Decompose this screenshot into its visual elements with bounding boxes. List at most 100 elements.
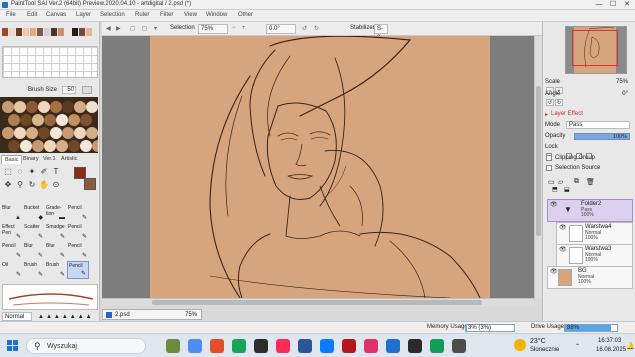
eye-icon[interactable]: 👁: [559, 247, 567, 253]
menu-canvas[interactable]: Canvas: [46, 12, 66, 18]
layer-item[interactable]: 👁 BG Normal 100%: [547, 266, 633, 289]
start-button[interactable]: [7, 340, 19, 352]
rotate-icon[interactable]: ↻: [26, 179, 38, 190]
swatch-grid[interactable]: [2, 46, 98, 78]
menu-view[interactable]: View: [184, 12, 197, 18]
clipping-checkbox[interactable]: [546, 155, 552, 161]
brush-size-input[interactable]: 50: [62, 86, 76, 94]
tab-binary[interactable]: Binary: [20, 155, 42, 164]
rotation-field[interactable]: 0.0°: [266, 24, 296, 34]
eyedropper-small-icon[interactable]: ⊙: [50, 179, 62, 190]
clock-date[interactable]: 16.08.2025: [596, 347, 626, 353]
taskbar-app-icon[interactable]: [188, 339, 202, 353]
color-swatch[interactable]: [37, 28, 43, 36]
redo-icon[interactable]: ▶: [116, 25, 121, 32]
brush-tool-oil[interactable]: Oil ✎: [1, 261, 23, 279]
navigator-viewport[interactable]: [572, 30, 618, 66]
select-rect-icon[interactable]: ⬚: [2, 166, 14, 177]
eye-icon[interactable]: 👁: [559, 225, 567, 231]
clipping-row[interactable]: Clipping Group: [544, 154, 633, 163]
taskbar-app-icon[interactable]: [386, 339, 400, 353]
palette-color[interactable]: [38, 101, 50, 113]
blend-mode-select[interactable]: Normal: [2, 312, 32, 321]
brush-tool-brush[interactable]: Brush ✎: [45, 261, 67, 279]
new-folder-icon[interactable]: ▱: [558, 178, 563, 186]
brush-tool-scatter[interactable]: Scatter ✎: [23, 223, 45, 241]
brush-tool-pencil[interactable]: Pencil ✎: [67, 223, 89, 241]
tray-chevron-icon[interactable]: ⌃: [575, 343, 580, 350]
color-swatch[interactable]: [9, 28, 15, 36]
brush-tool-smudge[interactable]: Smudge ✎: [45, 223, 67, 241]
palette-color[interactable]: [8, 114, 20, 126]
brush-tool-pencil[interactable]: Pencil ✎: [67, 242, 89, 260]
color-palette[interactable]: [0, 97, 98, 153]
eye-icon[interactable]: 👁: [550, 269, 558, 275]
clear-layer-icon[interactable]: ⬓: [564, 186, 570, 193]
zoom-icon[interactable]: ⚲: [14, 179, 26, 190]
selection-source-checkbox[interactable]: [546, 165, 552, 171]
palette-color[interactable]: [14, 127, 26, 139]
palette-color[interactable]: [56, 114, 68, 126]
delete-layer-icon[interactable]: 🗑: [586, 178, 595, 186]
menu-edit[interactable]: Edit: [27, 12, 37, 18]
selection-source-row[interactable]: Selection Source: [544, 164, 633, 173]
taskbar-app-icon[interactable]: [166, 339, 180, 353]
copy-layer-icon[interactable]: ⧉: [574, 178, 579, 186]
stabilizer-select[interactable]: S-2: [374, 24, 388, 41]
palette-color[interactable]: [62, 127, 74, 139]
menu-file[interactable]: File: [6, 12, 16, 18]
palette-color[interactable]: [2, 101, 14, 113]
brush-tool-pencil[interactable]: Pencil ✎: [67, 261, 89, 279]
drawing-canvas[interactable]: [150, 36, 490, 298]
document-tab[interactable]: 2.psd 75%: [102, 309, 202, 320]
palette-color[interactable]: [2, 127, 14, 139]
taskbar-app-icon[interactable]: [276, 339, 290, 353]
zoom-in-icon[interactable]: +: [242, 25, 246, 31]
minimize-button[interactable]: —: [592, 0, 606, 10]
undo-icon[interactable]: ◀: [106, 25, 111, 32]
hand-icon[interactable]: ✋: [38, 179, 50, 190]
brush-tool-gradetion[interactable]: Grade- tion ▬: [45, 204, 67, 222]
palette-color[interactable]: [20, 114, 32, 126]
palette-color[interactable]: [38, 127, 50, 139]
menu-window[interactable]: Window: [206, 12, 227, 18]
brush-tool-blur[interactable]: Blur ✎: [23, 242, 45, 260]
taskbar-app-icon[interactable]: [298, 339, 312, 353]
brush-tool-blur[interactable]: Blur ✎: [45, 242, 67, 260]
invert-icon[interactable]: ◻: [142, 25, 147, 32]
zoom-out-icon[interactable]: −: [232, 25, 236, 31]
brush-tool-bucket[interactable]: Bucket ◆: [23, 204, 45, 222]
close-button[interactable]: ✕: [620, 0, 634, 10]
brush-tool-effectpen[interactable]: Effect Pen ✎: [1, 223, 23, 241]
palette-color[interactable]: [80, 140, 92, 152]
merge-down-icon[interactable]: ⬒: [552, 186, 558, 193]
palette-color[interactable]: [56, 140, 68, 152]
layer-item[interactable]: 👁 ▼ Folder2 Pass 100%: [547, 199, 633, 222]
palette-color[interactable]: [50, 127, 62, 139]
menu-selection[interactable]: Selection: [100, 12, 125, 18]
move-icon[interactable]: ✥: [2, 179, 14, 190]
brush-tool-pencil[interactable]: Pencil ✎: [1, 242, 23, 260]
color-swatch[interactable]: [65, 28, 71, 36]
mode-select[interactable]: Pass: [566, 121, 630, 129]
palette-color[interactable]: [50, 101, 62, 113]
palette-color[interactable]: [68, 140, 80, 152]
taskbar-app-icon[interactable]: [210, 339, 224, 353]
layer-effect-header[interactable]: ▸ Layer Effect: [544, 110, 633, 119]
menu-layer[interactable]: Layer: [76, 12, 91, 18]
eye-icon[interactable]: 👁: [550, 202, 558, 208]
color-swatch[interactable]: [86, 28, 92, 36]
rotate-left-icon[interactable]: ↺: [302, 25, 307, 32]
secondary-color[interactable]: [84, 178, 96, 190]
menu-other[interactable]: Other: [238, 12, 253, 18]
brush-shape-icons[interactable]: ▲▲▲▲▲▲▲: [38, 314, 94, 320]
palette-color[interactable]: [44, 140, 56, 152]
layer-item[interactable]: 👁 Warstwa4 Normal 100%: [556, 222, 633, 245]
taskbar-app-icon[interactable]: [364, 339, 378, 353]
taskbar-search[interactable]: ⚲ Wyszukaj: [26, 338, 146, 354]
color-swatch[interactable]: [58, 28, 64, 36]
rotate-cw-button[interactable]: ↻: [555, 99, 563, 106]
notification-icon[interactable]: 🔔: [626, 342, 635, 350]
color-swatch[interactable]: [23, 28, 29, 36]
scale-row[interactable]: Scale 75%: [544, 78, 631, 87]
